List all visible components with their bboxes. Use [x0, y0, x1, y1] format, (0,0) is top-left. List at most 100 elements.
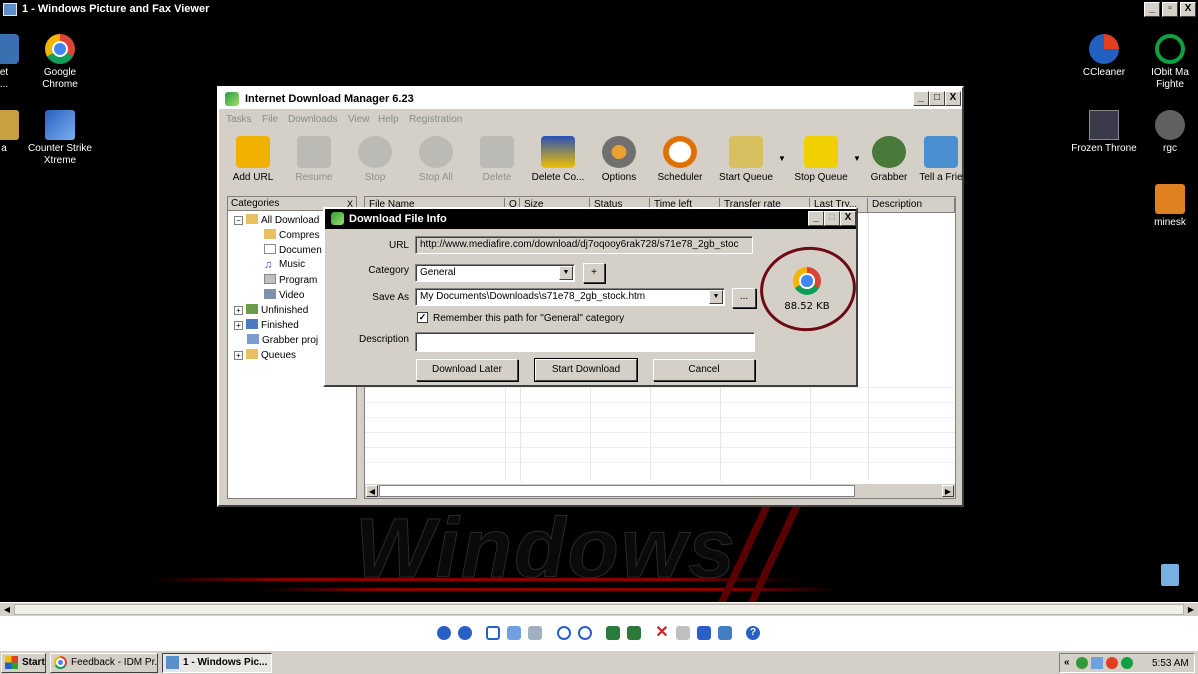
expand-icon[interactable]: + — [234, 351, 243, 360]
idm-close-button[interactable]: X — [945, 91, 961, 106]
url-field[interactable]: http://www.mediafire.com/download/dj7oqo… — [415, 236, 753, 254]
tray-expand-icon[interactable]: « — [1064, 657, 1070, 668]
previous-image-icon[interactable] — [437, 626, 451, 640]
idm-toolbar: Add URL Resume Stop Stop All Delete Dele… — [223, 132, 963, 192]
rotate-counterclockwise-icon[interactable] — [627, 626, 641, 640]
tree-item-programs[interactable]: Program — [264, 274, 317, 286]
tree-item-finished[interactable]: + Finished — [234, 319, 299, 331]
slideshow-icon[interactable] — [528, 626, 542, 640]
rgc-icon — [1155, 110, 1185, 140]
start-queue-dropdown-icon[interactable]: ▼ — [778, 154, 786, 163]
menu-downloads[interactable]: Downloads — [288, 114, 337, 125]
desktop-icon-google-chrome[interactable]: Google Chrome — [22, 34, 98, 91]
start-button[interactable]: Start — [1, 653, 46, 673]
scroll-left-icon[interactable]: ◀ — [0, 604, 14, 616]
browse-button[interactable]: ... — [732, 288, 756, 308]
idm-maximize-button[interactable]: □ — [929, 91, 945, 106]
options-button[interactable]: Options — [589, 136, 649, 192]
grabber-icon — [247, 334, 259, 344]
scroll-right-icon[interactable]: ▶ — [942, 485, 954, 497]
tree-item-music[interactable]: ♫ Music — [264, 259, 305, 271]
desktop-icon-recycle-bin[interactable] — [1132, 564, 1198, 589]
viewer-horizontal-scrollbar[interactable]: ◀ ▶ — [0, 602, 1198, 616]
taskbar-item-feedback[interactable]: Feedback - IDM Pr... — [50, 653, 158, 673]
stop-all-button[interactable]: Stop All — [406, 136, 466, 192]
grabber-button[interactable]: Grabber — [859, 136, 919, 192]
desktop-icon-frozen-throne[interactable]: Frozen Throne — [1066, 110, 1142, 155]
column-description[interactable]: Description — [868, 198, 955, 212]
next-image-icon[interactable] — [458, 626, 472, 640]
menu-tasks[interactable]: Tasks — [226, 114, 252, 125]
zoom-in-icon[interactable] — [557, 626, 571, 640]
tree-item-documents[interactable]: Documen — [264, 244, 322, 256]
tree-item-compressed[interactable]: Compres — [264, 229, 320, 241]
network-tray-icon[interactable] — [1091, 657, 1103, 669]
save-copy-icon[interactable] — [697, 626, 711, 640]
chevron-down-icon[interactable]: ▼ — [559, 266, 573, 280]
menu-help[interactable]: Help — [378, 114, 399, 125]
desktop-icon-ccleaner[interactable]: CCleaner — [1066, 34, 1142, 79]
menu-view[interactable]: View — [348, 114, 370, 125]
minimize-button[interactable]: _ — [1144, 2, 1160, 17]
delete-button[interactable]: Delete — [467, 136, 527, 192]
delete-icon[interactable]: ✕ — [655, 625, 669, 641]
collapse-icon[interactable]: − — [234, 216, 243, 225]
chevron-down-icon[interactable]: ▼ — [709, 290, 723, 304]
desktop-icon-iobit[interactable]: IObit Ma Fighte — [1132, 34, 1198, 91]
taskbar-item-picture-viewer[interactable]: 1 - Windows Pic... — [162, 653, 272, 673]
iobit-tray-icon[interactable] — [1121, 657, 1133, 669]
cancel-button[interactable]: Cancel — [653, 359, 755, 381]
menu-registration[interactable]: Registration — [409, 114, 462, 125]
help-icon[interactable]: ? — [746, 626, 760, 640]
stop-button[interactable]: Stop — [345, 136, 405, 192]
dialog-maximize-button[interactable]: □ — [824, 211, 840, 226]
tree-item-queues[interactable]: + Queues — [234, 349, 296, 361]
open-for-editing-icon[interactable] — [718, 626, 732, 640]
expand-icon[interactable]: + — [234, 306, 243, 315]
dialog-minimize-button[interactable]: _ — [808, 211, 824, 226]
add-url-button[interactable]: Add URL — [223, 136, 283, 192]
close-button[interactable]: X — [1180, 2, 1196, 17]
idm-title-bar: Internet Download Manager 6.23 _ □ X — [219, 88, 962, 110]
scroll-thumb[interactable] — [379, 485, 855, 497]
idm-minimize-button[interactable]: _ — [913, 91, 929, 106]
desktop-icon-counter-strike[interactable]: Counter Strike Xtreme — [22, 110, 98, 167]
idm-tray-icon[interactable] — [1076, 657, 1088, 669]
ccleaner-tray-icon[interactable] — [1106, 657, 1118, 669]
resume-button[interactable]: Resume — [284, 136, 344, 192]
folder-open-icon — [246, 214, 258, 224]
tell-a-friend-button[interactable]: Tell a Frie — [919, 136, 963, 192]
print-icon[interactable] — [676, 626, 690, 640]
zoom-out-icon[interactable] — [578, 626, 592, 640]
tree-item-grabber-projects[interactable]: Grabber proj — [247, 334, 318, 346]
start-queue-button[interactable]: Start Queue — [711, 136, 781, 192]
category-select[interactable]: General ▼ — [415, 264, 575, 282]
add-url-icon — [236, 136, 270, 168]
scroll-thumb[interactable] — [14, 604, 1184, 615]
scroll-right-icon[interactable]: ▶ — [1184, 604, 1198, 616]
tree-item-all-downloads[interactable]: − All Download — [234, 214, 319, 226]
save-as-field[interactable]: My Documents\Downloads\s71e78_2gb_stock.… — [415, 288, 725, 306]
scheduler-button[interactable]: Scheduler — [650, 136, 710, 192]
tree-item-video[interactable]: Video — [264, 289, 304, 301]
best-fit-icon[interactable] — [486, 626, 500, 640]
expand-icon[interactable]: + — [234, 321, 243, 330]
warcraft-icon — [1089, 110, 1119, 140]
menu-file[interactable]: File — [262, 114, 278, 125]
list-horizontal-scrollbar[interactable]: ◀ ▶ — [365, 484, 955, 498]
delete-completed-button[interactable]: Delete Co... — [528, 136, 588, 192]
actual-size-icon[interactable] — [507, 626, 521, 640]
dialog-close-button[interactable]: X — [840, 211, 856, 226]
rotate-clockwise-icon[interactable] — [606, 626, 620, 640]
download-later-button[interactable]: Download Later — [416, 359, 518, 381]
restore-button[interactable]: ▫ — [1162, 2, 1178, 17]
start-download-button[interactable]: Start Download — [534, 358, 638, 382]
stop-queue-button[interactable]: Stop Queue — [786, 136, 856, 192]
scroll-left-icon[interactable]: ◀ — [366, 485, 378, 497]
desktop-icon-rgc[interactable]: rgc — [1132, 110, 1198, 155]
remember-path-checkbox[interactable]: ✓ — [417, 312, 428, 323]
description-input[interactable] — [415, 332, 755, 352]
add-category-button[interactable]: + — [583, 263, 605, 283]
tree-item-unfinished[interactable]: + Unfinished — [234, 304, 308, 316]
desktop-icon-minesweeper[interactable]: minesk — [1132, 184, 1198, 229]
